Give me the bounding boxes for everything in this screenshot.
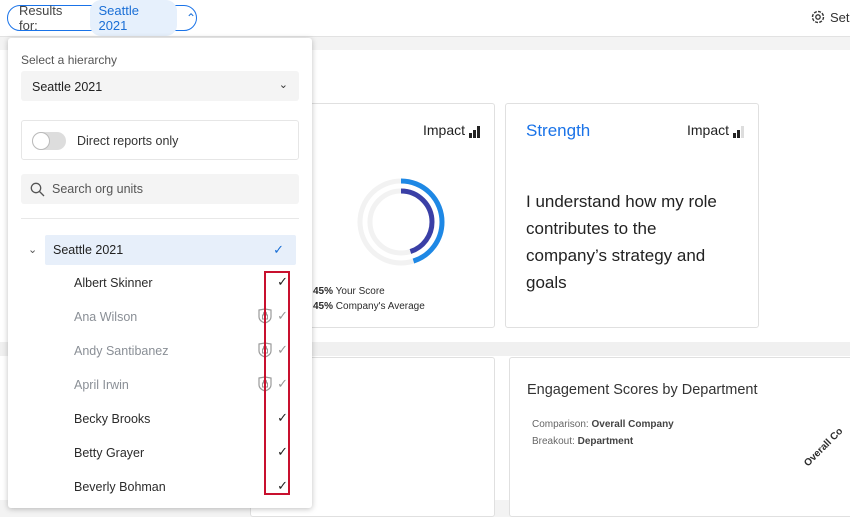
chevron-up-icon: ⌃ [185, 11, 196, 25]
impact-label: Impact [422, 122, 465, 138]
search-placeholder: Search org units [52, 182, 144, 196]
hierarchy-select[interactable]: Seattle 2021 ⌄ [21, 71, 299, 101]
search-icon [30, 182, 45, 197]
results-for-label: Results for: [19, 3, 63, 33]
legend-your-score: 45% Your Score [313, 286, 385, 297]
direct-reports-row: Direct reports only [21, 120, 299, 160]
strength-statement: I understand how my role contributes to … [526, 192, 717, 292]
engagement-card: Engagement Scores by Department Comparis… [509, 357, 850, 517]
impact-bars-icon [733, 126, 744, 138]
tree-item-label: Ana Wilson [74, 310, 138, 324]
direct-reports-label: Direct reports only [77, 134, 179, 148]
score-donut [357, 178, 445, 266]
results-for-button[interactable]: Results for: Seattle 2021 ⌃ [7, 0, 197, 36]
impact-bars-icon [469, 126, 480, 138]
top-bar: Results for: Seattle 2021 ⌃ Set [0, 0, 850, 37]
tree-item[interactable]: Betty Grayer ✓ [74, 436, 296, 470]
chevron-down-icon[interactable]: ⌄ [28, 243, 37, 256]
tree-item-label: Becky Brooks [74, 412, 151, 426]
direct-reports-toggle[interactable] [32, 132, 66, 150]
legend-company-average: 45% Company's Average [313, 301, 425, 312]
tree-item-label: Albert Skinner [74, 276, 153, 290]
tree-item-label: April Irwin [74, 378, 129, 392]
tree-item-label: Beverly Bohman [74, 480, 166, 494]
hierarchy-value: Seattle 2021 [32, 80, 103, 94]
tree-item-label: Seattle 2021 [53, 243, 124, 257]
settings-button[interactable]: Set [810, 9, 850, 25]
impact-indicator: Impact [423, 122, 480, 138]
tree-item-root[interactable]: Seattle 2021 ✓ [45, 235, 296, 265]
score-legend: 45% Your Score 45% Company's Average [313, 284, 425, 314]
divider [21, 218, 299, 219]
engagement-title: Engagement Scores by Department [527, 382, 758, 398]
hierarchy-label: Select a hierarchy [21, 53, 118, 67]
tree-item[interactable]: Becky Brooks ✓ [74, 402, 296, 436]
column-header: Overall Co [802, 425, 846, 469]
strength-card: Strength Impact I understand how my role… [505, 103, 759, 328]
impact-label: Impact [686, 122, 729, 138]
settings-label: Set [830, 9, 850, 25]
tree-item[interactable]: Ana Wilson ✓ [74, 300, 296, 334]
engagement-meta: Comparison: Overall Company Breakout: De… [532, 419, 674, 447]
impact-indicator: Impact [687, 122, 744, 138]
tree-item[interactable]: Albert Skinner ✓ [74, 266, 296, 300]
tree-item-label: Andy Santibanez [74, 344, 169, 358]
search-org-units-input[interactable]: Search org units [21, 174, 299, 204]
tree-item[interactable]: Andy Santibanez ✓ [74, 334, 296, 368]
highlight-box [264, 271, 290, 495]
tree-item[interactable]: Beverly Bohman ✓ [74, 470, 296, 504]
tree-item-label: Betty Grayer [74, 446, 145, 460]
results-value-chip: Seattle 2021 [90, 0, 177, 36]
gear-icon [811, 10, 825, 24]
tree-item[interactable]: April Irwin ✓ [74, 368, 296, 402]
check-icon: ✓ [273, 242, 284, 257]
chevron-down-icon: ⌄ [278, 79, 288, 91]
strength-title: Strength [526, 121, 591, 140]
